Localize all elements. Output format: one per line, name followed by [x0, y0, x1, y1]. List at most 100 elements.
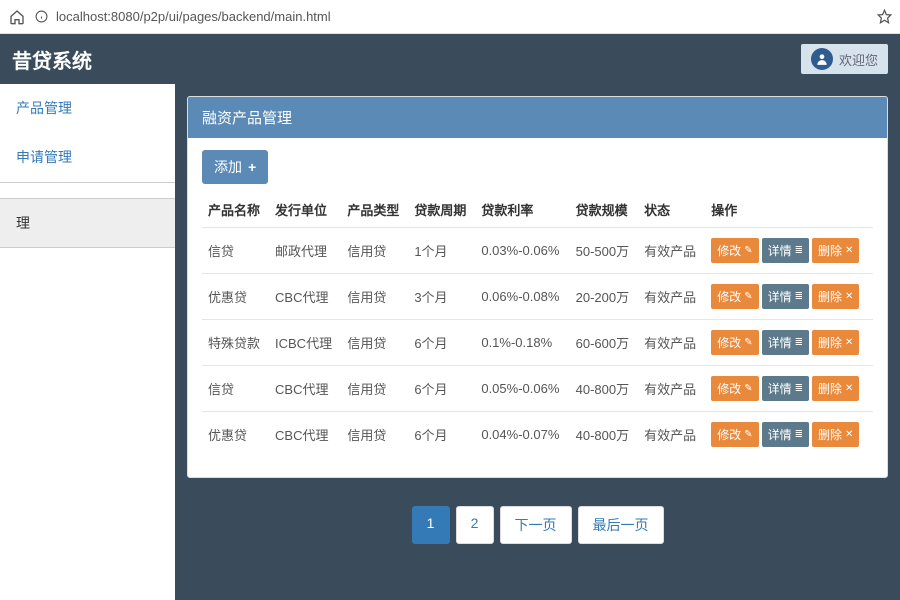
table-row: 优惠贷CBC代理信用贷6个月0.04%-0.07%40-800万有效产品修改 ✎…	[202, 412, 873, 458]
cell-type: 信用贷	[341, 228, 408, 274]
add-button[interactable]: 添加 +	[202, 150, 268, 184]
delete-icon: ✕	[845, 429, 853, 440]
delete-button[interactable]: 删除 ✕	[812, 422, 859, 447]
cell-status: 有效产品	[638, 228, 705, 274]
cell-actions: 修改 ✎详情 ≣删除 ✕	[705, 320, 873, 366]
cell-scale: 60-600万	[570, 320, 639, 366]
bookmark-star-icon[interactable]	[876, 9, 892, 25]
detail-icon: ≣	[795, 383, 803, 394]
table-row: 信贷邮政代理信用贷1个月0.03%-0.06%50-500万有效产品修改 ✎详情…	[202, 228, 873, 274]
delete-icon: ✕	[845, 245, 853, 256]
cell-actions: 修改 ✎详情 ≣删除 ✕	[705, 366, 873, 412]
cell-status: 有效产品	[638, 412, 705, 458]
cell-scale: 40-800万	[570, 412, 639, 458]
column-header: 贷款规模	[570, 192, 639, 228]
cell-scale: 50-500万	[570, 228, 639, 274]
avatar-icon	[811, 48, 833, 70]
cell-rate: 0.05%-0.06%	[475, 366, 569, 412]
edit-icon: ✎	[744, 383, 752, 394]
cell-name: 特殊贷款	[202, 320, 269, 366]
url-text[interactable]: localhost:8080/p2p/ui/pages/backend/main…	[56, 9, 868, 24]
add-button-label: 添加	[214, 157, 242, 177]
detail-button[interactable]: 详情 ≣	[762, 238, 809, 263]
cell-status: 有效产品	[638, 274, 705, 320]
product-table: 产品名称发行单位产品类型贷款周期贷款利率贷款规模状态操作 信贷邮政代理信用贷1个…	[202, 192, 873, 457]
cell-actions: 修改 ✎详情 ≣删除 ✕	[705, 412, 873, 458]
sidebar-item-2[interactable]: 理	[0, 198, 175, 248]
main-content: 融资产品管理 添加 + 产品名称发行单位产品类型贷款周期贷款利率贷款规模状态操作…	[175, 84, 900, 600]
detail-button[interactable]: 详情 ≣	[762, 422, 809, 447]
cell-name: 信贷	[202, 228, 269, 274]
info-icon[interactable]	[34, 10, 48, 24]
cell-period: 1个月	[408, 228, 475, 274]
cell-rate: 0.03%-0.06%	[475, 228, 569, 274]
delete-button[interactable]: 删除 ✕	[812, 376, 859, 401]
column-header: 贷款利率	[475, 192, 569, 228]
cell-name: 信贷	[202, 366, 269, 412]
column-header: 状态	[638, 192, 705, 228]
edit-icon: ✎	[744, 245, 752, 256]
delete-button[interactable]: 删除 ✕	[812, 238, 859, 263]
delete-icon: ✕	[845, 383, 853, 394]
edit-icon: ✎	[744, 429, 752, 440]
cell-period: 6个月	[408, 412, 475, 458]
column-header: 产品名称	[202, 192, 269, 228]
table-row: 信贷CBC代理信用贷6个月0.05%-0.06%40-800万有效产品修改 ✎详…	[202, 366, 873, 412]
sidebar-item-1[interactable]: 申请管理	[0, 133, 175, 182]
home-icon[interactable]	[8, 8, 26, 26]
edit-button[interactable]: 修改 ✎	[711, 238, 758, 263]
next-page-button[interactable]: 下一页	[500, 506, 572, 544]
detail-icon: ≣	[795, 337, 803, 348]
cell-type: 信用贷	[341, 320, 408, 366]
cell-name: 优惠贷	[202, 412, 269, 458]
delete-icon: ✕	[845, 337, 853, 348]
page-2[interactable]: 2	[456, 506, 494, 544]
pagination: 12下一页最后一页	[187, 506, 888, 544]
table-row: 优惠贷CBC代理信用贷3个月0.06%-0.08%20-200万有效产品修改 ✎…	[202, 274, 873, 320]
detail-icon: ≣	[795, 245, 803, 256]
user-welcome-chip[interactable]: 欢迎您	[801, 44, 888, 74]
delete-button[interactable]: 删除 ✕	[812, 330, 859, 355]
detail-button[interactable]: 详情 ≣	[762, 376, 809, 401]
welcome-text: 欢迎您	[839, 50, 878, 69]
edit-button[interactable]: 修改 ✎	[711, 422, 758, 447]
cell-actions: 修改 ✎详情 ≣删除 ✕	[705, 228, 873, 274]
cell-issuer: CBC代理	[269, 274, 341, 320]
column-header: 贷款周期	[408, 192, 475, 228]
detail-icon: ≣	[795, 291, 803, 302]
cell-actions: 修改 ✎详情 ≣删除 ✕	[705, 274, 873, 320]
browser-address-bar: localhost:8080/p2p/ui/pages/backend/main…	[0, 0, 900, 34]
cell-issuer: CBC代理	[269, 366, 341, 412]
page-1[interactable]: 1	[412, 506, 450, 544]
edit-button[interactable]: 修改 ✎	[711, 376, 758, 401]
cell-issuer: 邮政代理	[269, 228, 341, 274]
delete-icon: ✕	[845, 291, 853, 302]
cell-rate: 0.06%-0.08%	[475, 274, 569, 320]
cell-period: 6个月	[408, 366, 475, 412]
detail-icon: ≣	[795, 429, 803, 440]
sidebar-item-0[interactable]: 产品管理	[0, 84, 175, 133]
detail-button[interactable]: 详情 ≣	[762, 284, 809, 309]
edit-button[interactable]: 修改 ✎	[711, 284, 758, 309]
cell-scale: 20-200万	[570, 274, 639, 320]
panel-title: 融资产品管理	[188, 97, 887, 138]
edit-icon: ✎	[744, 337, 752, 348]
edit-icon: ✎	[744, 291, 752, 302]
cell-rate: 0.04%-0.07%	[475, 412, 569, 458]
cell-type: 信用贷	[341, 366, 408, 412]
cell-name: 优惠贷	[202, 274, 269, 320]
plus-icon: +	[248, 159, 256, 175]
last-page-button[interactable]: 最后一页	[578, 506, 664, 544]
cell-period: 3个月	[408, 274, 475, 320]
cell-scale: 40-800万	[570, 366, 639, 412]
delete-button[interactable]: 删除 ✕	[812, 284, 859, 309]
cell-issuer: ICBC代理	[269, 320, 341, 366]
detail-button[interactable]: 详情 ≣	[762, 330, 809, 355]
edit-button[interactable]: 修改 ✎	[711, 330, 758, 355]
cell-status: 有效产品	[638, 320, 705, 366]
sidebar: 产品管理申请管理理	[0, 84, 175, 600]
cell-status: 有效产品	[638, 366, 705, 412]
table-row: 特殊贷款ICBC代理信用贷6个月0.1%-0.18%60-600万有效产品修改 …	[202, 320, 873, 366]
cell-period: 6个月	[408, 320, 475, 366]
app-topbar: 昔贷系统 欢迎您	[0, 34, 900, 84]
